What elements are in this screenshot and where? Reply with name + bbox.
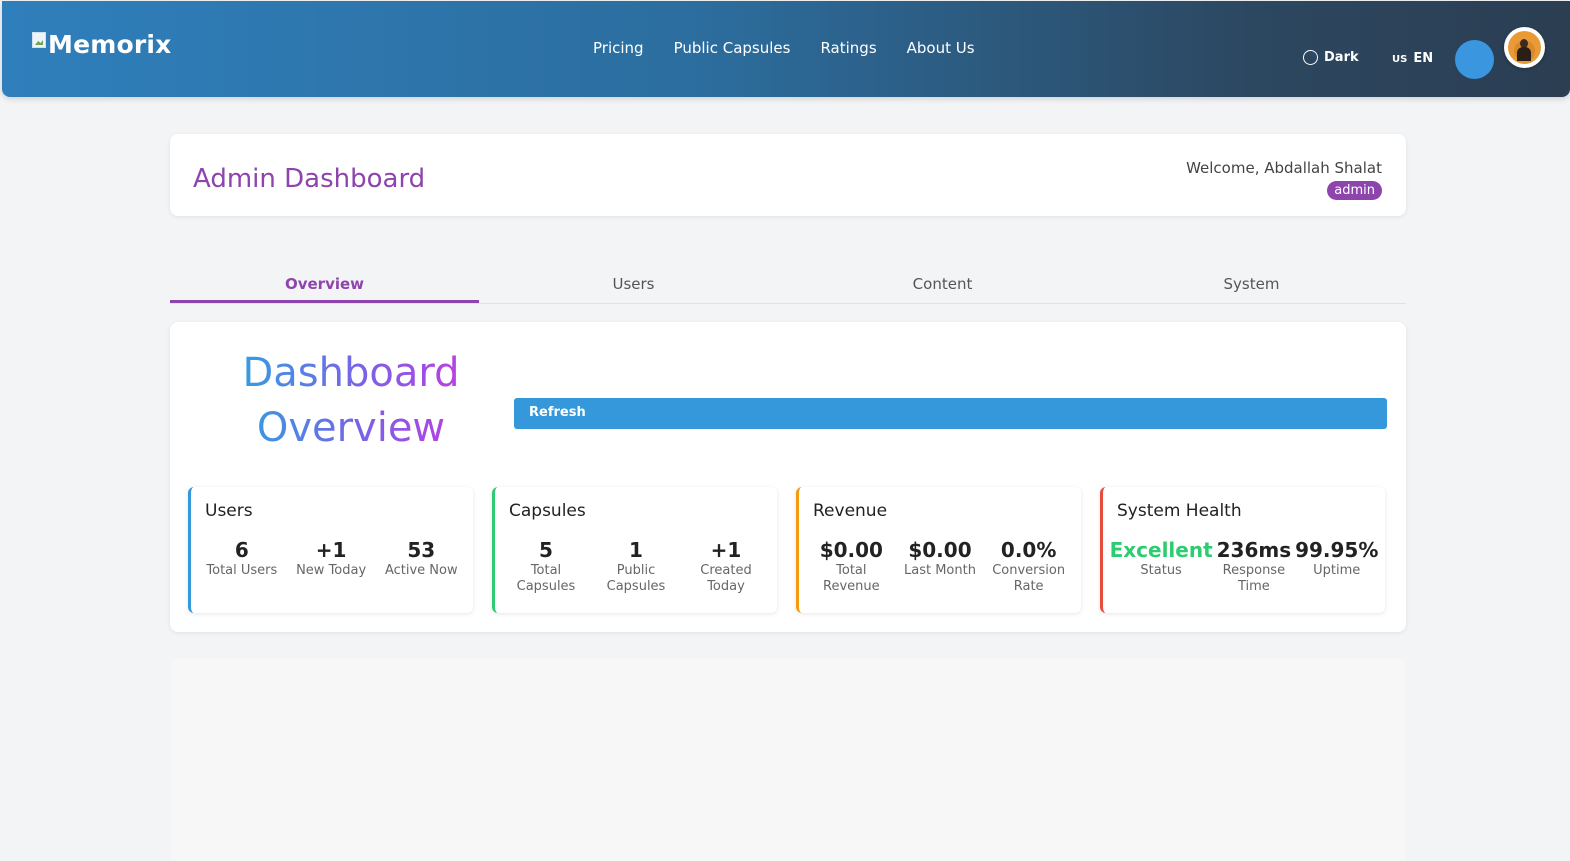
overview-panel: Dashboard Overview Refresh Users 6 Total… <box>170 322 1406 632</box>
tab-overview[interactable]: Overview <box>170 265 479 303</box>
stat-last-month: $0.00 Last Month <box>904 537 976 595</box>
stat-new-today: +1 New Today <box>296 537 366 579</box>
system-health-stat-card: System Health Excellent Status 236ms Res… <box>1100 487 1385 613</box>
stat-label: Total Capsules <box>516 563 576 594</box>
secondary-panel <box>170 658 1406 861</box>
stat-active-now: 53 Active Now <box>385 537 458 579</box>
stat-label: Last Month <box>904 563 976 578</box>
theme-toggle-button[interactable]: Dark <box>1303 50 1359 65</box>
brand-name: Memorix <box>48 30 172 59</box>
stat-label: Public Capsules <box>606 563 666 594</box>
top-navbar: Memorix Pricing Public Capsules Ratings … <box>2 1 1570 97</box>
stat-value: 6 <box>234 538 249 562</box>
nav-link-pricing[interactable]: Pricing <box>593 39 644 57</box>
stat-public-capsules: 1 Public Capsules <box>596 537 676 595</box>
nav-link-public-capsules[interactable]: Public Capsules <box>674 39 791 57</box>
stat-label: Conversion Rate <box>992 563 1066 594</box>
stat-value: 99.95% <box>1295 538 1379 562</box>
brand-logo[interactable]: Memorix <box>32 30 171 59</box>
stat-label: Status <box>1140 563 1182 578</box>
tab-users[interactable]: Users <box>479 265 788 303</box>
stat-value: +1 <box>315 538 347 562</box>
notification-button[interactable] <box>1455 40 1494 79</box>
main-nav: Pricing Public Capsules Ratings About Us <box>593 39 975 57</box>
nav-link-about-us[interactable]: About Us <box>907 39 975 57</box>
stat-label: Created Today <box>700 563 752 594</box>
stat-label: Active Now <box>384 563 458 578</box>
broken-image-icon <box>32 32 46 48</box>
card-title: System Health <box>1117 501 1242 521</box>
stat-label: Uptime <box>1313 563 1361 578</box>
capsules-stat-card: Capsules 5 Total Capsules 1 Public Capsu… <box>492 487 777 613</box>
stat-label: Total Revenue <box>823 563 880 594</box>
tab-system[interactable]: System <box>1097 265 1406 303</box>
stat-total-users: 6 Total Users <box>206 537 277 579</box>
dashboard-tabs: Overview Users Content System <box>170 265 1406 304</box>
card-title: Users <box>205 501 253 521</box>
card-title: Capsules <box>509 501 586 521</box>
page-title: Admin Dashboard <box>193 164 426 194</box>
language-selector[interactable]: US EN <box>1392 51 1433 66</box>
stat-label: New Today <box>296 563 367 578</box>
stat-uptime: 99.95% Uptime <box>1295 537 1378 595</box>
stat-label: Response Time <box>1222 563 1286 594</box>
stat-status: Excellent Status <box>1110 537 1213 595</box>
role-badge: admin <box>1327 181 1382 200</box>
us-flag-icon: US <box>1392 54 1408 65</box>
stat-value: $0.00 <box>819 538 883 562</box>
nav-link-ratings[interactable]: Ratings <box>820 39 876 57</box>
stat-total-revenue: $0.00 Total Revenue <box>811 537 891 595</box>
refresh-button[interactable]: Refresh <box>514 398 1387 429</box>
stat-value: +1 <box>710 538 742 562</box>
stat-total-capsules: 5 Total Capsules <box>506 537 586 595</box>
user-avatar[interactable] <box>1504 27 1545 68</box>
language-code: EN <box>1413 51 1434 66</box>
stat-response-time: 236ms Response Time <box>1214 537 1294 595</box>
admin-header-card: Admin Dashboard Welcome, Abdallah Shalat… <box>170 134 1406 216</box>
users-stat-card: Users 6 Total Users +1 New Today 53 Acti… <box>188 487 473 613</box>
stat-value: 53 <box>407 538 436 562</box>
theme-label: Dark <box>1324 50 1359 65</box>
tab-content[interactable]: Content <box>788 265 1097 303</box>
stat-value: $0.00 <box>908 538 972 562</box>
stat-conversion-rate: 0.0% Conversion Rate <box>989 537 1069 595</box>
welcome-text: Welcome, Abdallah Shalat <box>1186 159 1382 177</box>
stat-value: 236ms <box>1216 538 1292 562</box>
revenue-stat-card: Revenue $0.00 Total Revenue $0.00 Last M… <box>796 487 1081 613</box>
stat-value: 5 <box>539 538 553 562</box>
overview-title: Dashboard Overview <box>230 346 472 456</box>
stat-created-today: +1 Created Today <box>686 537 766 595</box>
stat-value: Excellent <box>1109 538 1213 562</box>
stat-label: Total Users <box>206 563 278 578</box>
card-title: Revenue <box>813 501 888 521</box>
moon-icon <box>1303 50 1318 65</box>
stat-value: 1 <box>629 538 643 562</box>
avatar-image <box>1508 31 1541 64</box>
stat-value: 0.0% <box>1000 538 1057 562</box>
